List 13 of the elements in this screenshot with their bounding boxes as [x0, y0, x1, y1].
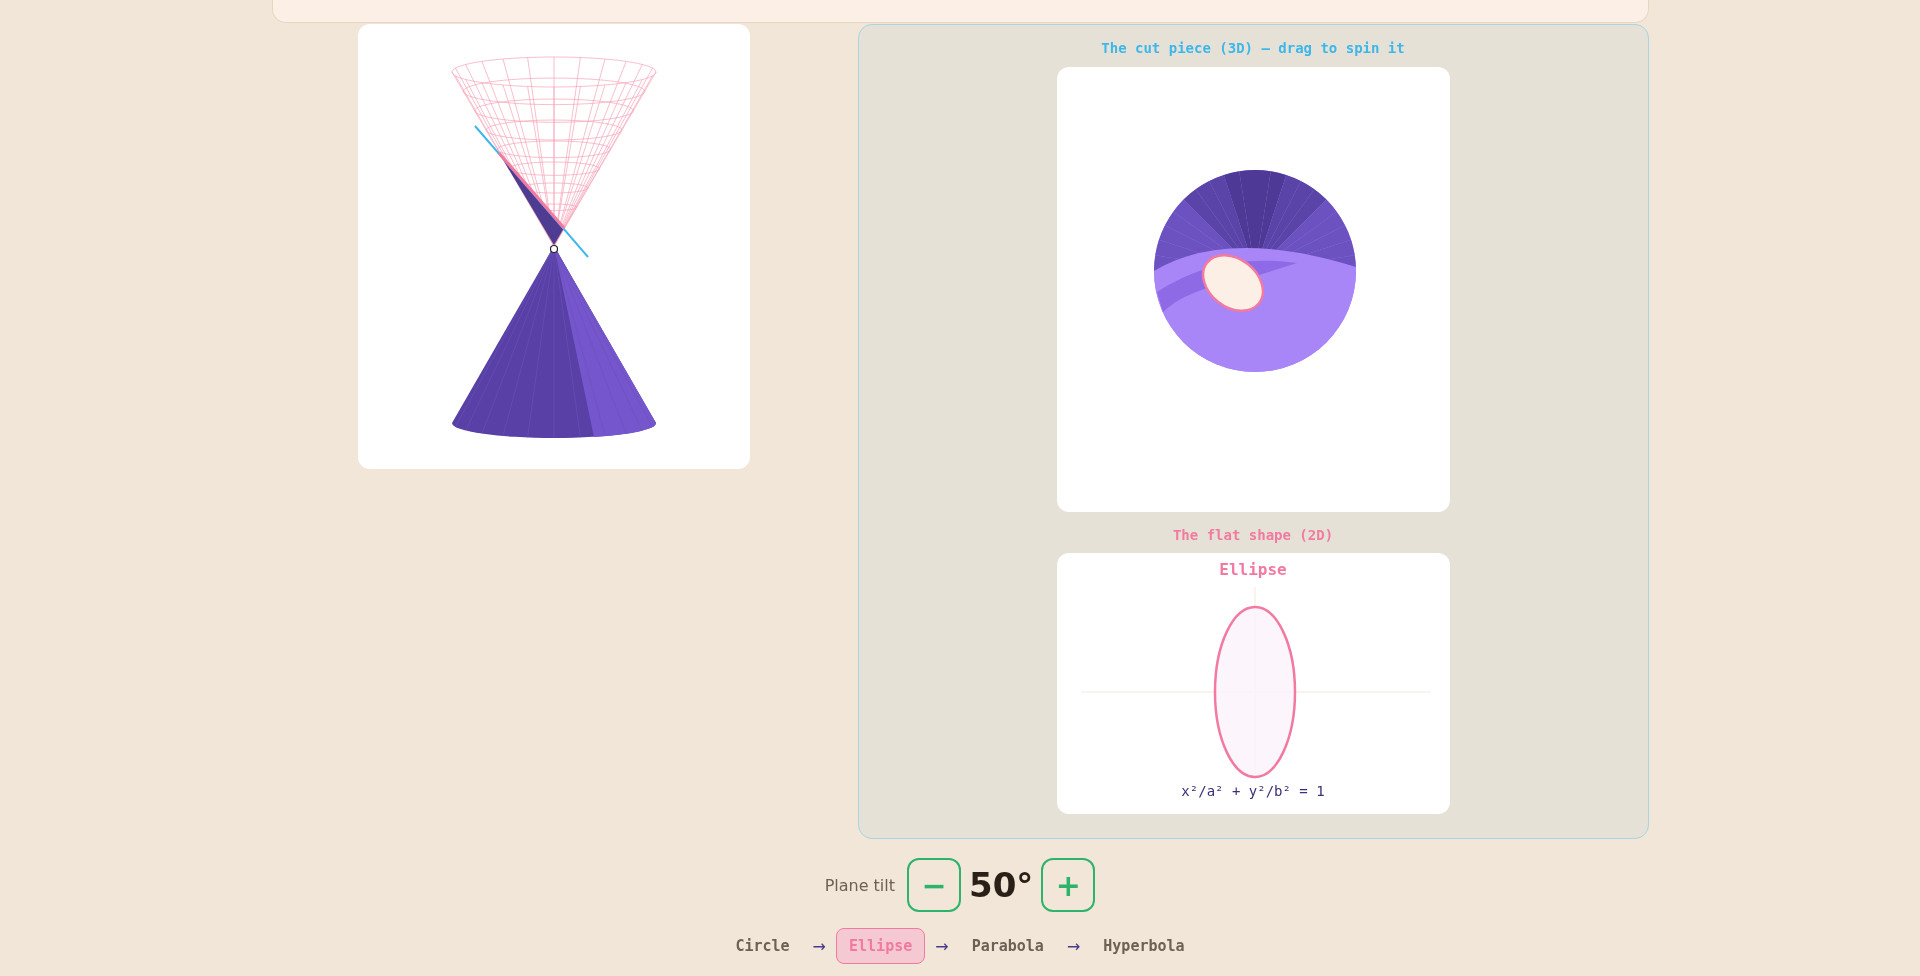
shape-tab[interactable]: Circle [722, 928, 803, 964]
panel-title: The cut piece (3D) — drag to spin it [1101, 40, 1405, 56]
cut-piece-drawing[interactable] [1153, 170, 1356, 372]
arrow: → [1066, 936, 1081, 956]
arrow: → [812, 936, 826, 956]
tilt-value: 50° [969, 865, 1034, 905]
arrow: → [935, 936, 949, 956]
shape-tab[interactable]: Parabola [958, 928, 1057, 964]
shape-tab[interactable]: Hyperbola [1090, 928, 1198, 964]
shape-name: Ellipse [1219, 560, 1287, 579]
tilt-label: Plane tilt [824, 875, 896, 895]
panel-title: The flat shape (2D) [1172, 527, 1334, 543]
equation: x²/a² + y²/b² = 1 [1181, 783, 1325, 799]
